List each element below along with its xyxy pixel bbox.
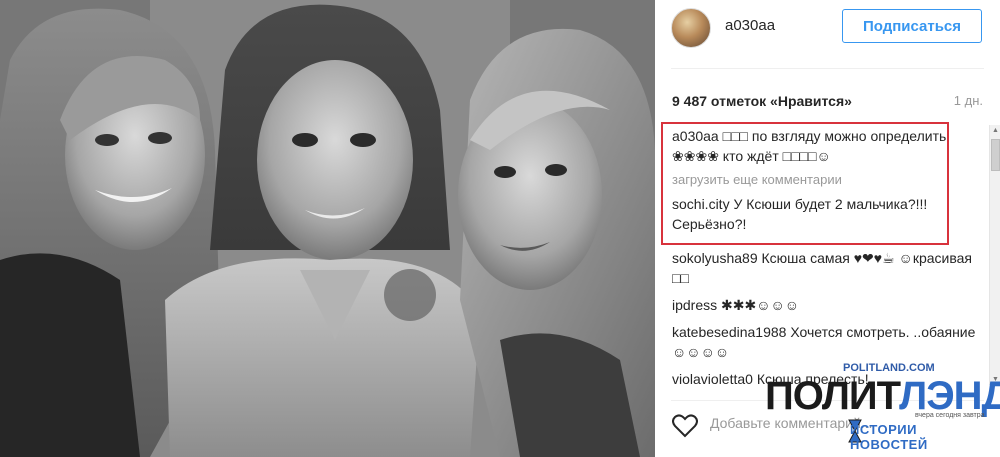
politland-watermark: POLITLAND.COM ПОЛИТЛЭНД вчера сегодня за… bbox=[765, 362, 1000, 457]
avatar[interactable] bbox=[671, 8, 711, 48]
comment-username[interactable]: katebesedina1988 bbox=[672, 324, 786, 340]
triangle-up-icon[interactable]: ▲ bbox=[990, 125, 1000, 136]
comment-item: sokolyusha89 Ксюша самая ♥❤♥☕ ☺красивая … bbox=[672, 248, 978, 288]
watermark-brand-part1: ПОЛИТ bbox=[765, 374, 900, 418]
post-photo[interactable] bbox=[0, 0, 655, 457]
photo-illustration bbox=[0, 0, 655, 457]
username-link[interactable]: a030aa bbox=[725, 17, 775, 34]
post-header: a030aa Подписаться bbox=[655, 0, 1000, 60]
comment-item: ipdress ✱✱✱☺☺☺ bbox=[672, 295, 978, 315]
comment-username[interactable]: sochi.city bbox=[672, 196, 730, 212]
comment-text: ✱✱✱☺☺☺ bbox=[721, 297, 800, 313]
comment-username[interactable]: sokolyusha89 bbox=[672, 250, 758, 266]
comment-username[interactable]: a030aa bbox=[672, 128, 719, 144]
highlighted-comments: a030aa □□□ по взгляду можно определить ❀… bbox=[672, 126, 978, 238]
comment-item: katebesedina1988 Хочется смотреть. ..оба… bbox=[672, 322, 978, 362]
header-divider bbox=[671, 68, 984, 69]
load-more-comments-link[interactable]: загрузить еще комментарии bbox=[672, 170, 978, 190]
comments-scrollbar[interactable]: ▲ ▼ bbox=[989, 125, 1000, 385]
scrollbar-thumb[interactable] bbox=[991, 139, 1000, 171]
follow-button[interactable]: Подписаться bbox=[842, 9, 982, 43]
comment-username[interactable]: ipdress bbox=[672, 297, 717, 313]
post-time[interactable]: 1 дн. bbox=[954, 93, 983, 108]
likes-count[interactable]: 9 487 отметок «Нравится» bbox=[672, 93, 852, 109]
comment-username[interactable]: violavioletta0 bbox=[672, 371, 753, 387]
watermark-url: POLITLAND.COM bbox=[843, 362, 935, 374]
comment-item: sochi.city У Ксюши будет 2 мальчика?!!! … bbox=[672, 194, 978, 234]
comment-item: a030aa □□□ по взгляду можно определить ❀… bbox=[672, 126, 978, 166]
watermark-tagline: ИСТОРИИ НОВОСТЕЙ bbox=[850, 422, 928, 452]
watermark-tagline-small: вчера сегодня завтра bbox=[915, 412, 985, 419]
heart-outline-icon[interactable] bbox=[672, 414, 698, 438]
